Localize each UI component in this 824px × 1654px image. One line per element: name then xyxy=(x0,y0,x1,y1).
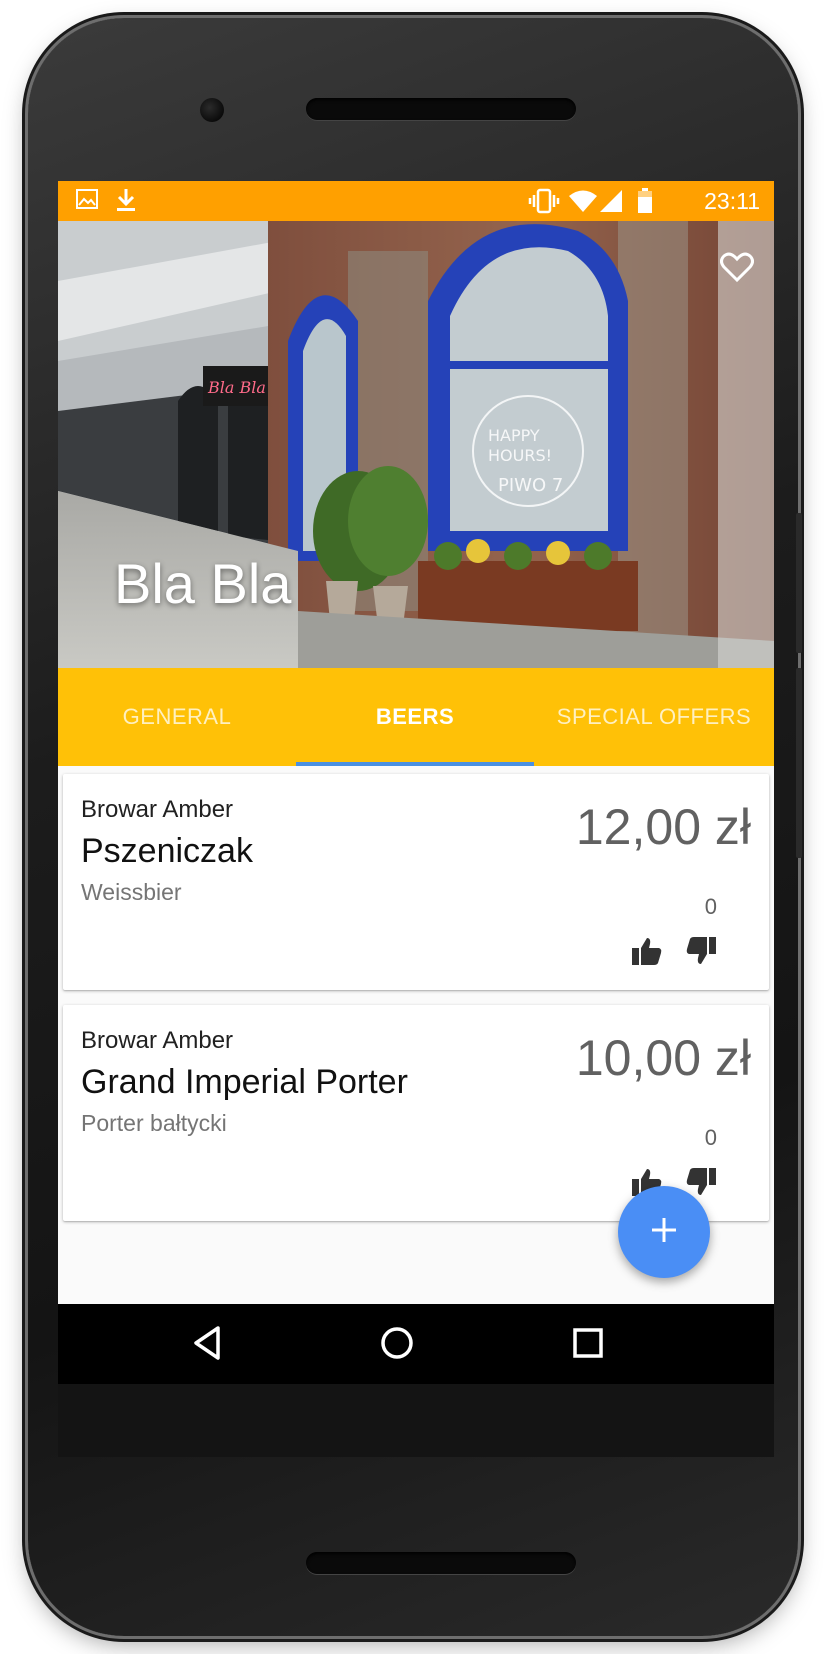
power-button xyxy=(796,668,802,858)
beer-style: Porter bałtycki xyxy=(81,1110,227,1136)
plus-icon xyxy=(650,1216,678,1249)
thumb-up-icon[interactable] xyxy=(631,936,663,971)
battery-icon xyxy=(636,187,654,220)
beer-price: 10,00 zł xyxy=(575,1030,751,1086)
system-nav-bar xyxy=(58,1304,774,1384)
beer-name: Pszeniczak xyxy=(81,832,253,870)
tab-special-offers[interactable]: SPECIAL OFFERS xyxy=(534,668,774,766)
volume-button xyxy=(796,513,802,653)
svg-text:PIWO 7: PIWO 7 xyxy=(498,475,563,496)
recents-icon[interactable] xyxy=(570,1324,606,1367)
venue-title: Bla Bla xyxy=(114,552,292,615)
vote-count: 0 xyxy=(704,1125,717,1150)
app-screen: 23:11 Bla Bla HAPPY HOURS! PIWO 7 Bla Bl… xyxy=(58,181,774,1457)
wifi-icon xyxy=(568,187,598,220)
home-icon[interactable] xyxy=(378,1324,416,1367)
front-camera xyxy=(200,98,224,122)
svg-text:HOURS!: HOURS! xyxy=(488,446,552,465)
back-icon[interactable] xyxy=(190,1324,224,1367)
svg-text:Bla Bla: Bla Bla xyxy=(207,378,266,397)
vote-count: 0 xyxy=(704,894,717,919)
tab-beers[interactable]: BEERS xyxy=(296,668,534,766)
brewery-name: Browar Amber xyxy=(81,1027,234,1054)
tab-general[interactable]: GENERAL xyxy=(58,668,296,766)
beer-style: Weissbier xyxy=(81,879,182,905)
bezel-below-screen xyxy=(58,1384,774,1457)
venue-header-image: Bla Bla HAPPY HOURS! PIWO 7 Bla Bla xyxy=(58,221,774,668)
favorite-heart-icon[interactable] xyxy=(720,251,754,288)
tab-bar: GENERAL BEERS SPECIAL OFFERS xyxy=(58,668,774,766)
add-beer-button[interactable] xyxy=(618,1186,710,1278)
beer-price: 12,00 zł xyxy=(575,799,751,855)
beer-card[interactable]: Browar Amber Pszeniczak Weissbier 12,00 … xyxy=(63,774,769,990)
beer-name: Grand Imperial Porter xyxy=(81,1063,408,1101)
image-icon xyxy=(76,187,98,218)
download-icon xyxy=(114,187,138,220)
earpiece-speaker xyxy=(306,98,576,120)
bottom-speaker xyxy=(306,1552,576,1574)
signal-icon xyxy=(598,187,624,220)
brewery-name: Browar Amber xyxy=(81,796,234,823)
status-bar: 23:11 xyxy=(58,181,774,221)
tab-indicator xyxy=(296,762,534,766)
thumb-down-icon[interactable] xyxy=(685,936,717,971)
svg-text:HAPPY: HAPPY xyxy=(488,426,540,445)
vibrate-icon xyxy=(528,187,560,220)
status-time: 23:11 xyxy=(704,188,760,214)
